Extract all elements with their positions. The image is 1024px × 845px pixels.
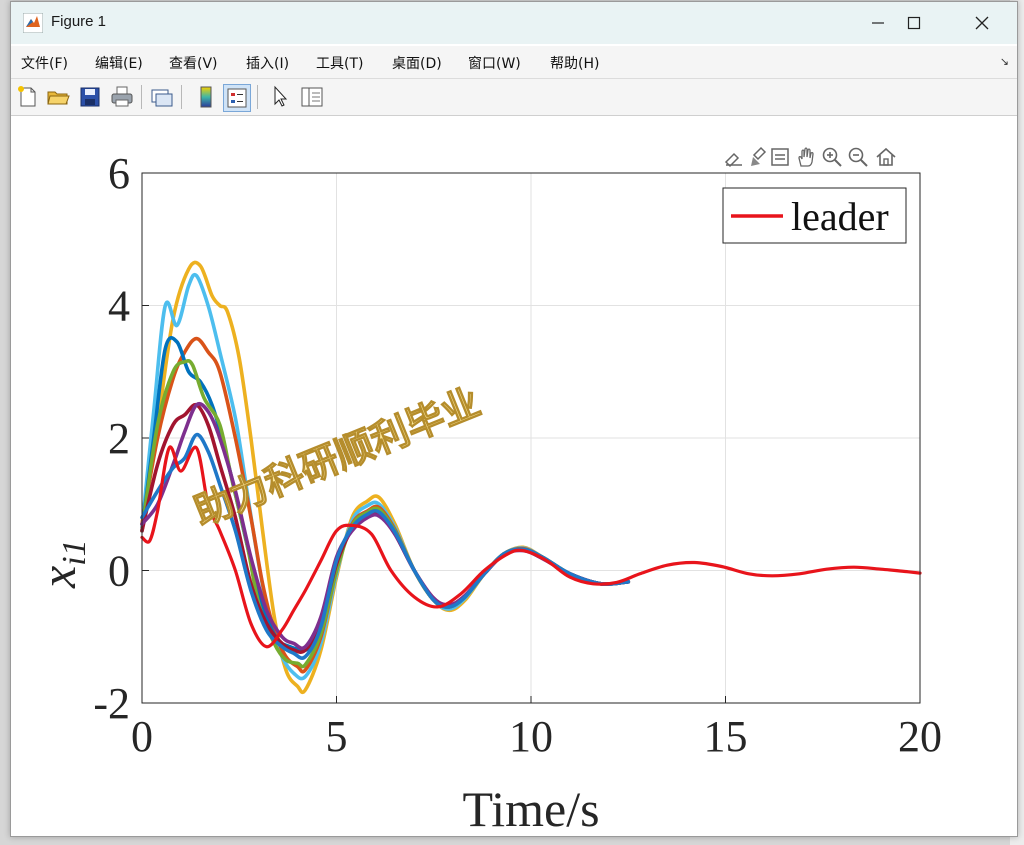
menu-bar: 文件(F) 编辑(E) 查看(V) 插入(I) 工具(T) 桌面(D) 窗口(W… [11,46,1017,79]
y-axis-label-sub: i1 [56,539,93,565]
plot-svg: 0 5 10 15 20-20246 xi1 Time/s leader 助力科研顺利毕… [30,149,942,836]
legend-box[interactable]: leader [722,187,907,244]
x-tick-label: 15 [704,712,748,761]
property-editor-icon[interactable] [299,84,325,110]
menu-tools[interactable]: 工具(T) [316,53,363,73]
toolbar-separator [257,85,258,109]
title-bar[interactable]: Figure 1 [11,2,1017,44]
x-axis-label: Time/s [462,781,599,836]
colorbar-icon[interactable] [193,84,219,110]
toolbar-separator [141,85,142,109]
x-tick-label: 5 [326,712,348,761]
window-title: Figure 1 [51,13,107,30]
x-tick-label: 20 [898,712,942,761]
menu-dock-arrow-icon[interactable]: ↘ [1000,55,1009,68]
x-tick-label: 0 [131,712,153,761]
menu-edit[interactable]: 编辑(E) [95,53,143,73]
x-tick-label: 10 [509,712,553,761]
print-icon[interactable] [109,84,135,110]
legend-icon[interactable] [223,84,251,112]
export-icon[interactable] [723,146,745,168]
data-tips-icon[interactable] [769,146,791,168]
brush-icon[interactable] [749,146,771,168]
toolbar [11,79,1017,116]
close-button[interactable] [959,2,1005,44]
matlab-icon [23,13,43,33]
series-line-agent[interactable] [140,272,631,681]
y-tick-label: 6 [108,149,130,198]
save-icon[interactable] [77,84,103,110]
menu-file[interactable]: 文件(F) [21,53,68,73]
pointer-icon[interactable] [267,84,293,110]
minimize-icon [872,22,884,24]
y-axis-label: xi1 [30,539,93,589]
y-tick-label: 0 [108,547,130,596]
close-icon [975,16,989,30]
open-folder-icon[interactable] [45,84,71,110]
y-tick-label: 2 [108,414,130,463]
pan-hand-icon[interactable] [795,146,817,168]
link-plot-icon[interactable] [149,84,175,110]
y-tick-label: -2 [93,679,130,728]
menu-help[interactable]: 帮助(H) [550,53,599,73]
zoom-out-icon[interactable] [847,146,869,168]
toolbar-separator [181,85,182,109]
maximize-button[interactable] [891,2,937,44]
menu-window[interactable]: 窗口(W) [468,53,521,73]
menu-insert[interactable]: 插入(I) [246,53,289,73]
y-axis-label-main: x [30,566,86,589]
maximize-icon [907,16,921,30]
series-line-agent[interactable] [140,432,631,660]
figure-window: Figure 1 文件(F) 编辑(E) 查看(V) 插入(I) 工具(T) 桌… [10,1,1018,837]
new-figure-icon[interactable] [15,84,41,110]
menu-desktop[interactable]: 桌面(D) [392,53,442,73]
y-tick-label: 4 [108,282,130,331]
zoom-in-icon[interactable] [821,146,843,168]
home-icon[interactable] [875,146,897,168]
menu-view[interactable]: 查看(V) [169,53,218,73]
figure-canvas[interactable]: 0 5 10 15 20 -2 0 2 4 6 xi1 Time/s leader 助力科研顺利毕… [11,116,1017,836]
legend-leader-label: leader [791,194,889,239]
